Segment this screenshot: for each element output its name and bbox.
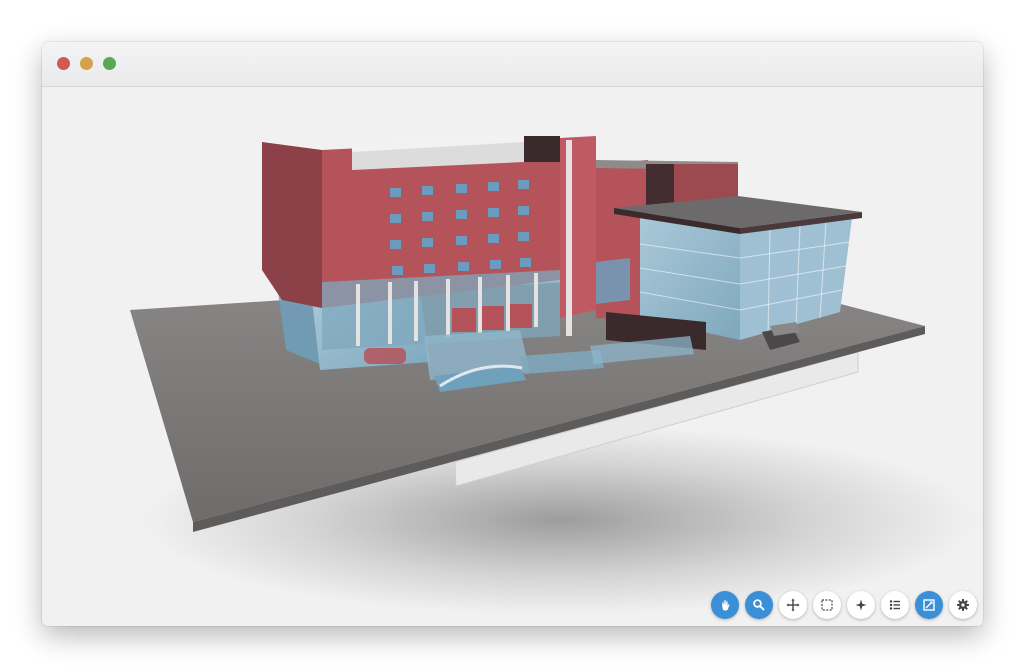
orbit-hand-icon [722,600,730,611]
model-browser-icon [889,600,900,610]
first-person-icon [855,599,867,611]
settings-button[interactable] [949,591,977,619]
fit-to-view-icon [821,599,833,611]
fit-to-view-button[interactable] [813,591,841,619]
orbit-tool-button[interactable] [711,591,739,619]
zoom-icon [753,599,765,611]
pan-icon [786,598,800,612]
first-person-button[interactable] [847,591,875,619]
3d-viewport[interactable] [42,87,983,626]
zoom-tool-button[interactable] [745,591,773,619]
settings-gear-icon [957,599,969,611]
pan-tool-button[interactable] [779,591,807,619]
model-browser-button[interactable] [881,591,909,619]
viewer-window [42,42,983,626]
fullscreen-icon [923,599,935,611]
fullscreen-button[interactable] [915,591,943,619]
tower-side-face [262,142,322,308]
viewer-toolbar [711,591,977,619]
building-model [130,134,980,615]
